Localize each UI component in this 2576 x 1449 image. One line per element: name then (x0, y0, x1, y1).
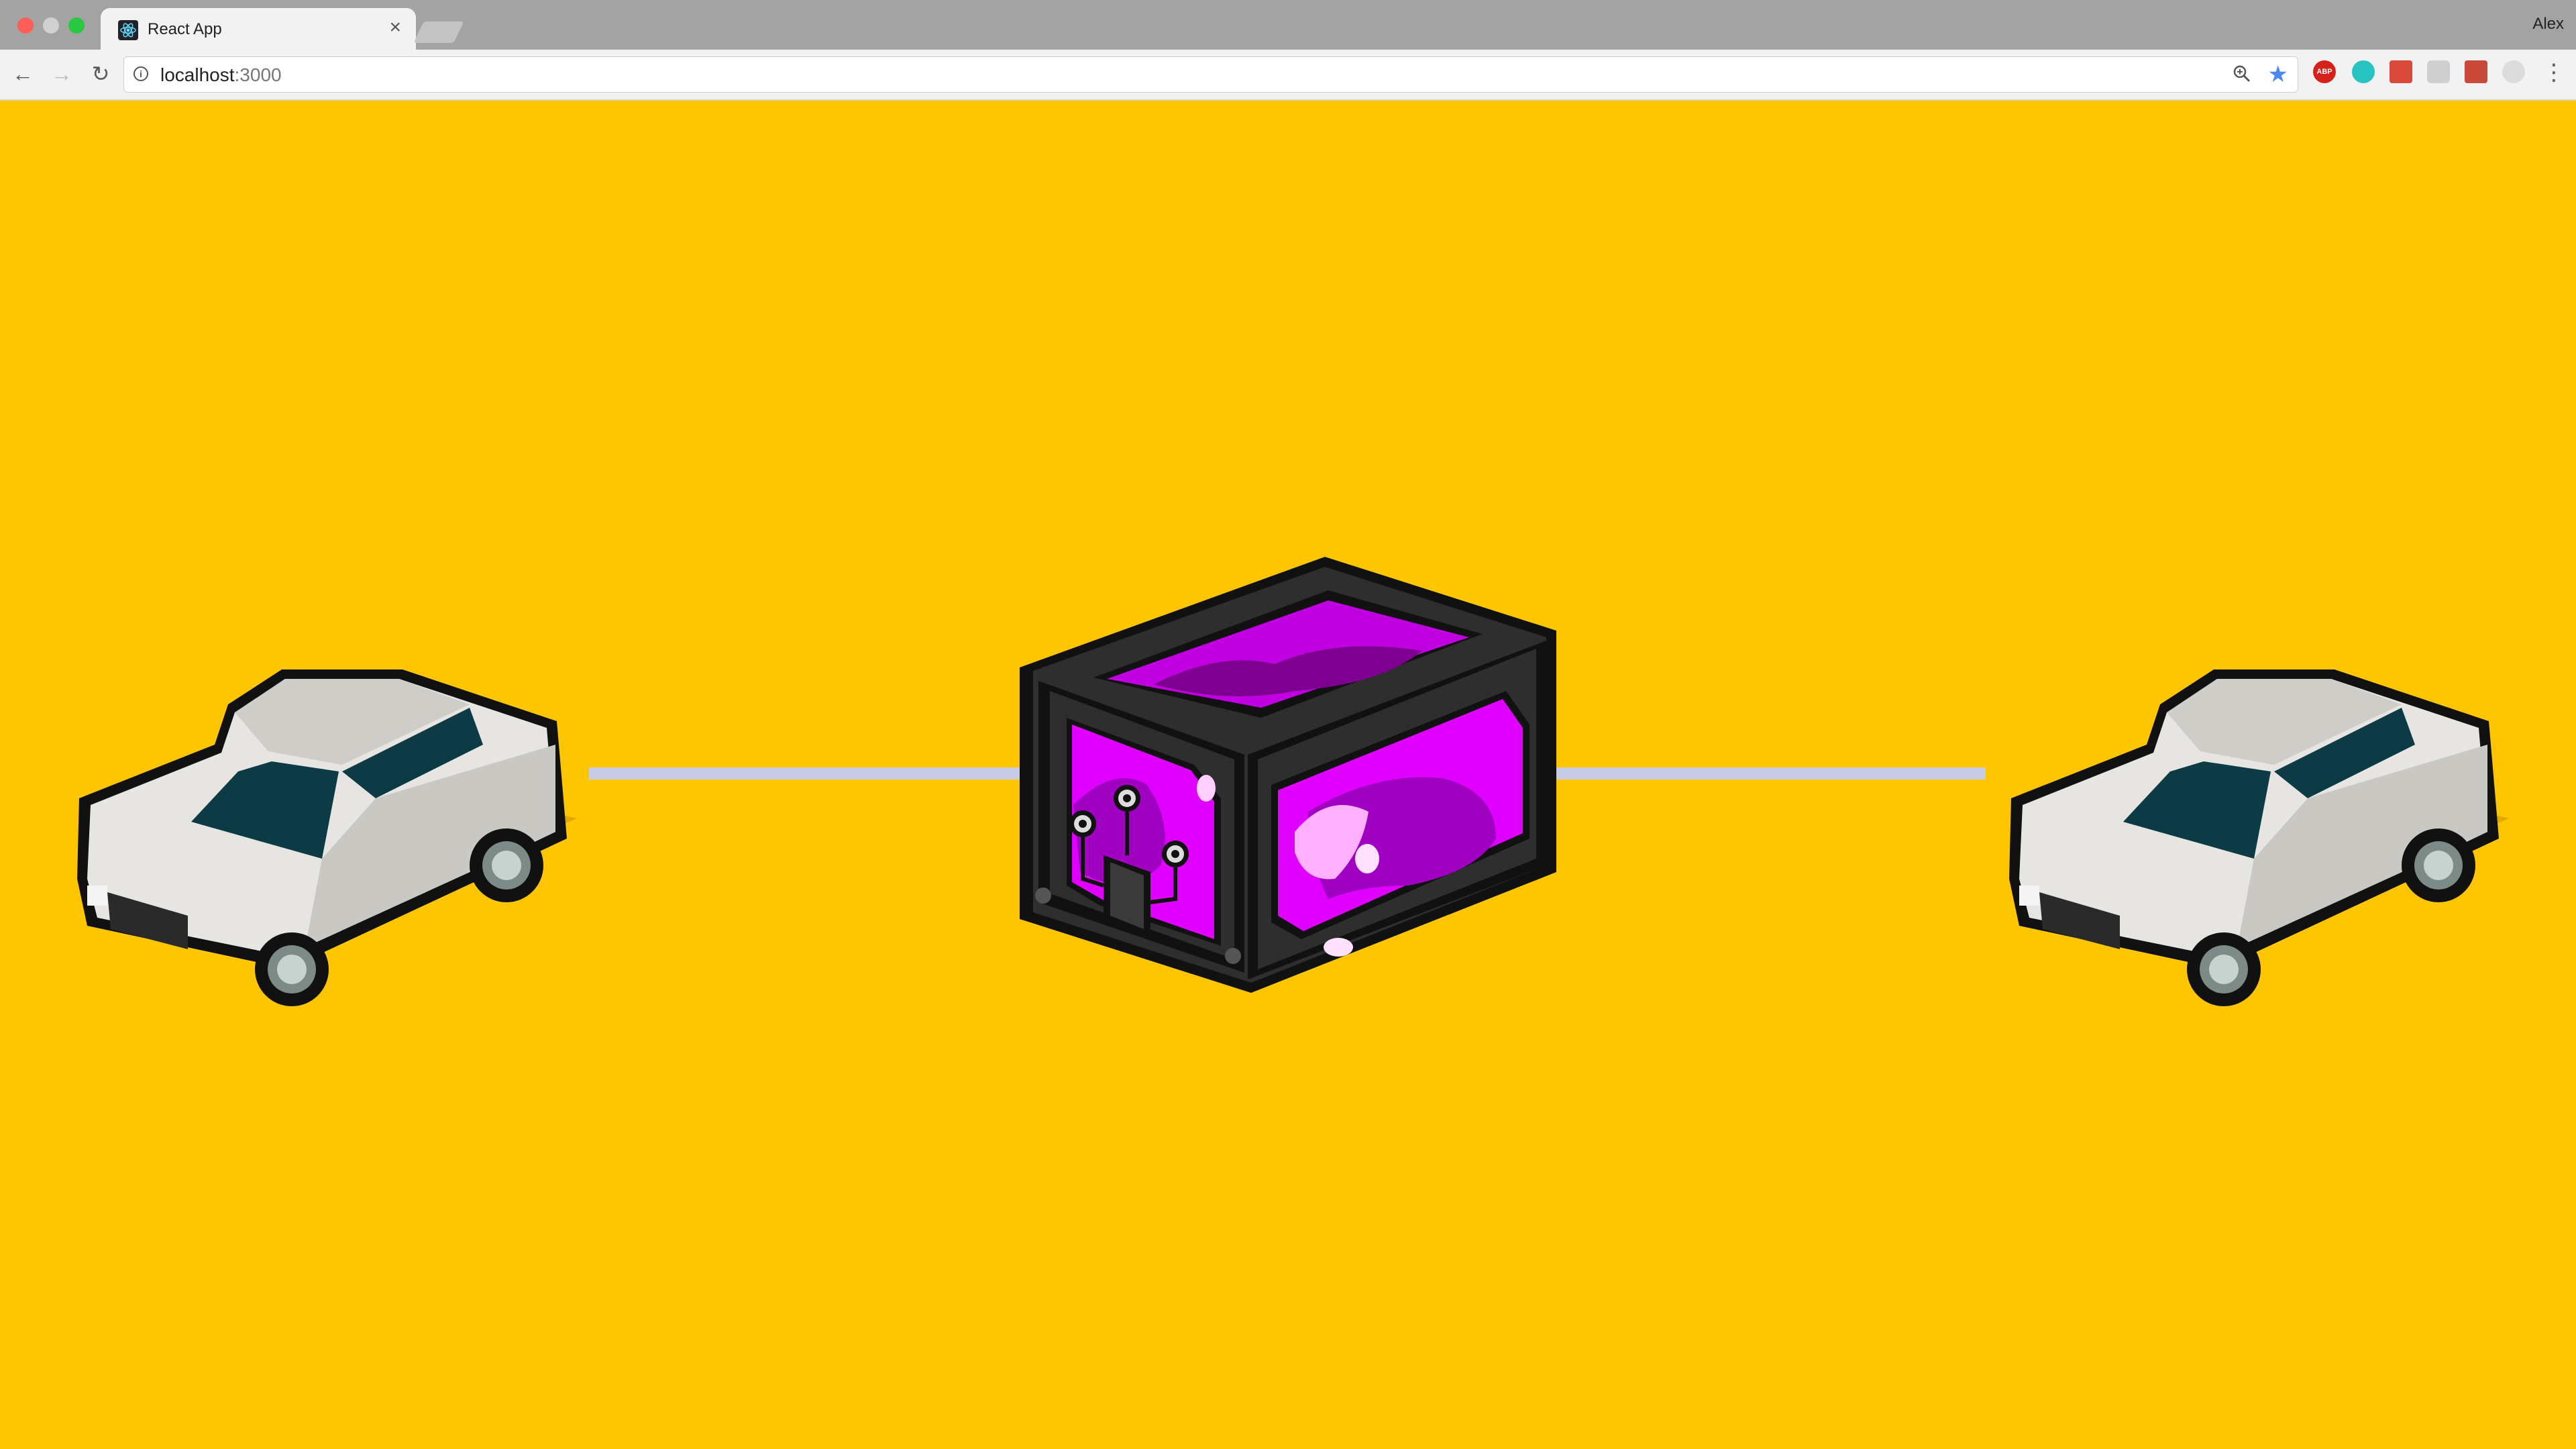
page-canvas (0, 101, 2576, 1449)
url-port: :3000 (234, 64, 282, 85)
info-icon[interactable]: i (133, 66, 148, 81)
browser-menu-icon[interactable]: ⋮ (2542, 59, 2565, 86)
minimize-window-button[interactable] (43, 17, 59, 34)
adblock-extension-icon[interactable]: ABP (2313, 60, 2336, 83)
address-bar[interactable]: i localhost:3000 ★ (123, 56, 2298, 93)
teal-extension-icon[interactable] (2352, 60, 2375, 83)
tab-close-icon[interactable]: × (389, 17, 401, 38)
tab-title: React App (148, 20, 222, 38)
car-right-icon (2009, 669, 2509, 1006)
zoom-icon[interactable] (2232, 64, 2252, 84)
forward-arrow-icon[interactable]: → (48, 60, 75, 87)
gray-extension-icon[interactable] (2502, 60, 2525, 83)
tab-react-app[interactable]: React App × (101, 8, 416, 50)
new-tab-button[interactable] (413, 21, 464, 43)
reload-icon[interactable]: ↻ (87, 60, 114, 87)
portal-box-icon (1020, 557, 1556, 993)
bookmark-star-icon[interactable]: ★ (2268, 61, 2288, 88)
chat-extension-icon[interactable] (2427, 60, 2450, 83)
url-text[interactable]: localhost:3000 (160, 64, 282, 86)
window-titlebar: React App × Alex (0, 0, 2576, 50)
back-arrow-icon[interactable]: ← (9, 60, 36, 87)
image-extension-icon[interactable] (2465, 60, 2487, 83)
connector-line-left (589, 767, 1025, 780)
close-window-button[interactable] (17, 17, 34, 34)
car-left-icon (77, 669, 577, 1006)
maximize-window-button[interactable] (68, 17, 85, 34)
url-host: localhost (160, 64, 235, 85)
calendar-extension-icon[interactable] (2390, 60, 2412, 83)
react-favicon-icon (118, 20, 138, 40)
connector-line-right (1550, 767, 1986, 780)
profile-name[interactable]: Alex (2532, 15, 2564, 34)
browser-toolbar: ← → ↻ i localhost:3000 ★ (0, 50, 2576, 101)
